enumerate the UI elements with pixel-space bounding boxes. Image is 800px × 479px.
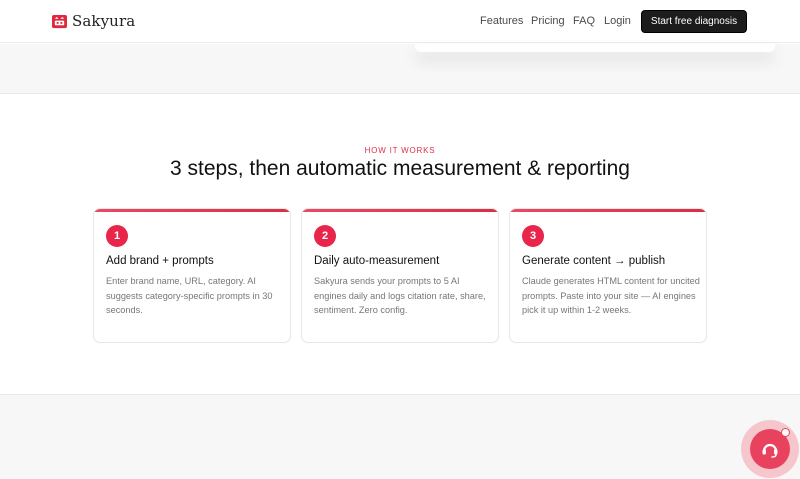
chat-support-icon bbox=[762, 443, 778, 458]
section-eyebrow: HOW IT WORKS bbox=[364, 146, 436, 155]
hero-preview-card bbox=[415, 44, 775, 52]
step-card-2: 2 Daily auto-measurement Sakyura sends y… bbox=[301, 208, 499, 343]
chat-notification-dot bbox=[781, 428, 790, 437]
nav-link-login[interactable]: Login bbox=[604, 15, 631, 27]
brand-name: Sakyura bbox=[72, 12, 136, 30]
brand-logo[interactable]: Sakyura bbox=[52, 12, 135, 30]
step-title: Generate content → publish bbox=[522, 255, 666, 267]
step-card-3: 3 Generate content → publish Claude gene… bbox=[509, 208, 707, 343]
hero-section-end bbox=[0, 44, 800, 94]
next-section bbox=[0, 394, 800, 479]
site-header: Sakyura Features Pricing FAQ Login Start… bbox=[0, 0, 800, 43]
step-card-1: 1 Add brand + prompts Enter brand name, … bbox=[93, 208, 291, 343]
card-accent-bar bbox=[302, 209, 498, 212]
step-number-badge: 3 bbox=[522, 225, 544, 247]
card-accent-bar bbox=[94, 209, 290, 212]
step-description: Claude generates HTML content for uncite… bbox=[522, 276, 700, 315]
step-number-badge: 1 bbox=[106, 225, 128, 247]
card-accent-bar bbox=[510, 209, 706, 212]
nav-link-features[interactable]: Features bbox=[480, 15, 523, 27]
step-title: Add brand + prompts bbox=[106, 255, 214, 267]
nav-link-pricing[interactable]: Pricing bbox=[531, 15, 565, 27]
start-free-diagnosis-button[interactable]: Start free diagnosis bbox=[641, 10, 747, 33]
step-number-badge: 2 bbox=[314, 225, 336, 247]
section-title: 3 steps, then automatic measurement & re… bbox=[170, 157, 630, 180]
chat-support-button[interactable] bbox=[741, 420, 799, 478]
step-description: Sakyura sends your prompts to 5 AI engin… bbox=[314, 276, 486, 315]
step-description: Enter brand name, URL, category. AI sugg… bbox=[106, 276, 273, 315]
brand-logo-icon bbox=[52, 14, 67, 28]
nav-link-faq[interactable]: FAQ bbox=[573, 15, 595, 27]
step-title: Daily auto-measurement bbox=[314, 255, 440, 267]
